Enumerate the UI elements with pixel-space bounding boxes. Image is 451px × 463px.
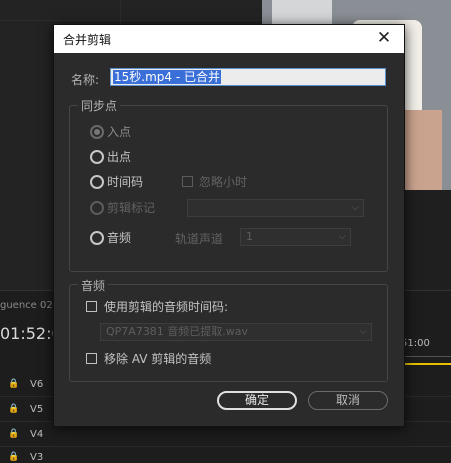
track-channel-select[interactable]: 1 ⌵ xyxy=(240,228,351,246)
name-input-value: 15秒.mp4 - 已合并 xyxy=(113,70,221,84)
in-point-label: 入点 xyxy=(107,125,132,139)
lock-icon[interactable]: 🔒 xyxy=(8,379,19,389)
chevron-down-icon: ⌵ xyxy=(338,231,346,242)
ok-button[interactable]: 确定 xyxy=(217,391,297,410)
remove-av-audio-checkbox[interactable] xyxy=(86,353,97,364)
radio-out-point[interactable] xyxy=(90,150,104,164)
work-area-bar[interactable] xyxy=(404,363,451,365)
clip-marker-label: 剪辑标记 xyxy=(107,201,156,215)
sequence-tab[interactable]: guence 02 xyxy=(0,300,53,311)
dialog-title: 合并剪辑 xyxy=(63,33,112,47)
track-label-v5: V5 xyxy=(30,404,44,415)
audio-group-title: 音频 xyxy=(78,277,109,294)
ignore-hours-label: 忽略小时 xyxy=(199,175,248,189)
name-label: 名称: xyxy=(71,73,100,87)
timeline-ruler[interactable] xyxy=(404,350,451,357)
track-divider xyxy=(0,446,451,447)
radio-audio[interactable] xyxy=(90,231,104,245)
track-channel-value: 1 xyxy=(246,230,253,243)
audio-label: 音频 xyxy=(107,231,132,245)
lock-icon[interactable]: 🔒 xyxy=(8,404,19,414)
ruler-time-label: 51:00 xyxy=(401,338,430,349)
name-input[interactable]: 15秒.mp4 - 已合并 xyxy=(110,68,386,86)
radio-clip-marker[interactable] xyxy=(90,201,104,215)
lock-icon[interactable]: 🔒 xyxy=(8,452,19,462)
ignore-hours-checkbox[interactable] xyxy=(182,176,193,187)
use-audio-timecode-checkbox[interactable] xyxy=(86,301,97,312)
track-label-v6: V6 xyxy=(30,379,44,390)
audio-source-select[interactable]: QP7A7381 音频已提取.wav ⌵ xyxy=(100,323,372,341)
lock-icon[interactable]: 🔒 xyxy=(8,429,19,439)
track-label-v4: V4 xyxy=(30,429,44,440)
sync-point-group-title: 同步点 xyxy=(78,97,121,114)
panel-divider xyxy=(0,20,262,21)
audio-source-value: QP7A7381 音频已提取.wav xyxy=(106,325,249,338)
track-channel-label: 轨道声道 xyxy=(175,232,224,246)
cancel-button[interactable]: 取消 xyxy=(308,391,388,410)
radio-in-point[interactable] xyxy=(90,125,104,139)
use-audio-timecode-label: 使用剪辑的音频时间码: xyxy=(104,300,229,314)
close-icon[interactable]: ✕ xyxy=(374,28,394,48)
clip-marker-select[interactable]: ⌵ xyxy=(187,199,364,217)
chevron-down-icon: ⌵ xyxy=(351,202,359,213)
chevron-down-icon: ⌵ xyxy=(359,326,367,337)
radio-timecode[interactable] xyxy=(90,175,104,189)
remove-av-audio-label: 移除 AV 剪辑的音频 xyxy=(104,352,212,366)
dialog-titlebar[interactable]: 合并剪辑 ✕ xyxy=(54,25,404,53)
timecode-label: 时间码 xyxy=(107,175,144,189)
merge-clips-dialog: 合并剪辑 ✕ 名称: 15秒.mp4 - 已合并 同步点 入点 出点 时间码 忽… xyxy=(53,24,405,427)
out-point-label: 出点 xyxy=(107,150,132,164)
